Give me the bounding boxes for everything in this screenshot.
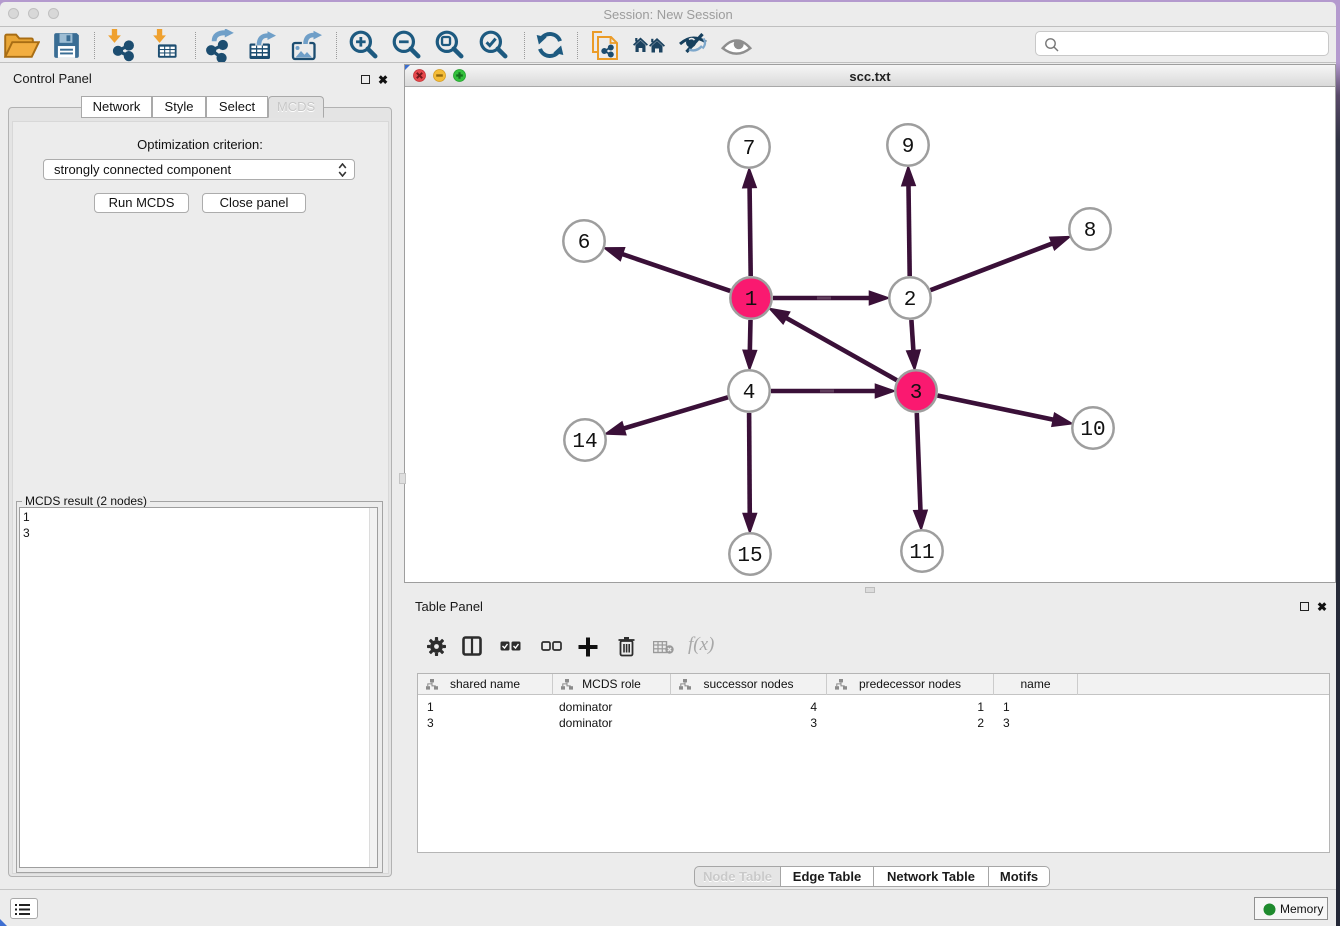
svg-text:4: 4: [743, 382, 756, 405]
svg-text:9: 9: [902, 136, 915, 159]
svg-text:15: 15: [737, 545, 762, 568]
svg-text:2: 2: [904, 289, 917, 312]
svg-text:6: 6: [578, 232, 591, 255]
svg-text:1: 1: [745, 289, 758, 312]
svg-text:7: 7: [743, 138, 756, 161]
svg-text:8: 8: [1084, 220, 1097, 243]
svg-text:10: 10: [1080, 419, 1105, 442]
svg-text:14: 14: [572, 431, 597, 454]
svg-text:11: 11: [909, 542, 934, 565]
svg-text:3: 3: [910, 382, 923, 405]
